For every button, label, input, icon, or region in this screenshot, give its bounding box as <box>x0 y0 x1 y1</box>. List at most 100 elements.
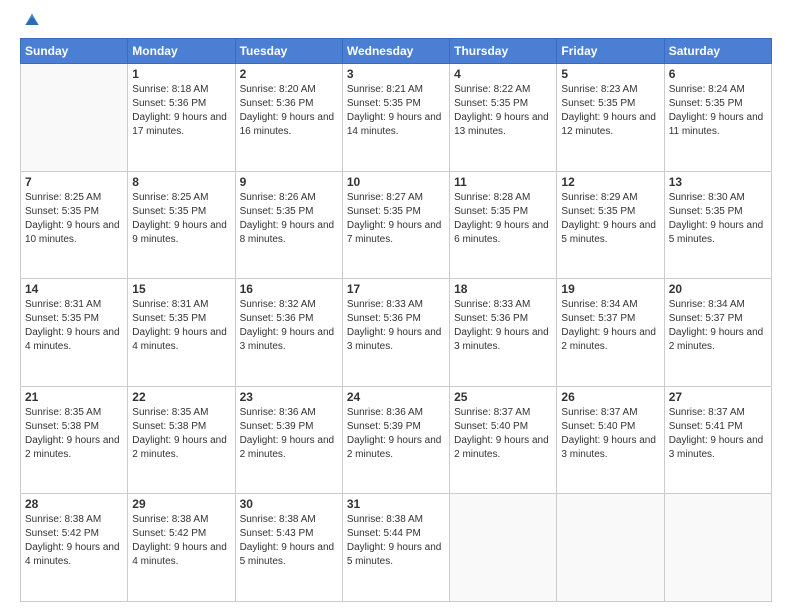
calendar-cell: 5 Sunrise: 8:23 AMSunset: 5:35 PMDaylight… <box>557 64 664 172</box>
cell-info: Sunrise: 8:18 AMSunset: 5:36 PMDaylight:… <box>132 83 230 139</box>
day-number: 5 <box>561 67 659 81</box>
cell-info: Sunrise: 8:35 AMSunset: 5:38 PMDaylight:… <box>132 406 230 462</box>
calendar-cell: 3 Sunrise: 8:21 AMSunset: 5:35 PMDaylight… <box>342 64 449 172</box>
calendar-cell: 28 Sunrise: 8:38 AMSunset: 5:42 PMDayligh… <box>21 494 128 602</box>
cell-info: Sunrise: 8:36 AMSunset: 5:39 PMDaylight:… <box>347 406 445 462</box>
cell-info: Sunrise: 8:23 AMSunset: 5:35 PMDaylight:… <box>561 83 659 139</box>
cell-info: Sunrise: 8:37 AMSunset: 5:41 PMDaylight:… <box>669 406 767 462</box>
day-number: 28 <box>25 497 123 511</box>
calendar-cell: 29Sunrise: 8:38 AMSunset: 5:42 PMDayligh… <box>128 494 235 602</box>
cell-info: Sunrise: 8:37 AMSunset: 5:40 PMDaylight:… <box>454 406 552 462</box>
calendar-week-row: 14 Sunrise: 8:31 AMSunset: 5:35 PMDayligh… <box>21 279 772 387</box>
cell-info: Sunrise: 8:28 AMSunset: 5:35 PMDaylight:… <box>454 191 552 247</box>
day-number: 24 <box>347 390 445 404</box>
day-number: 25 <box>454 390 552 404</box>
cell-info: Sunrise: 8:32 AMSunset: 5:36 PMDaylight:… <box>240 298 338 354</box>
calendar-cell: 10Sunrise: 8:27 AMSunset: 5:35 PMDayligh… <box>342 171 449 279</box>
day-number: 12 <box>561 175 659 189</box>
cell-info: Sunrise: 8:36 AMSunset: 5:39 PMDaylight:… <box>240 406 338 462</box>
day-number: 2 <box>240 67 338 81</box>
cell-info: Sunrise: 8:37 AMSunset: 5:40 PMDaylight:… <box>561 406 659 462</box>
header <box>20 18 772 30</box>
calendar-cell: 8 Sunrise: 8:25 AMSunset: 5:35 PMDaylight… <box>128 171 235 279</box>
day-number: 26 <box>561 390 659 404</box>
calendar-cell: 16 Sunrise: 8:32 AMSunset: 5:36 PMDayligh… <box>235 279 342 387</box>
calendar-cell: 11Sunrise: 8:28 AMSunset: 5:35 PMDayligh… <box>450 171 557 279</box>
day-number: 13 <box>669 175 767 189</box>
cell-info: Sunrise: 8:31 AMSunset: 5:35 PMDaylight:… <box>132 298 230 354</box>
cell-info: Sunrise: 8:34 AMSunset: 5:37 PMDaylight:… <box>669 298 767 354</box>
day-number: 14 <box>25 282 123 296</box>
calendar-cell: 14 Sunrise: 8:31 AMSunset: 5:35 PMDayligh… <box>21 279 128 387</box>
day-number: 9 <box>240 175 338 189</box>
cell-info: Sunrise: 8:22 AMSunset: 5:35 PMDaylight:… <box>454 83 552 139</box>
day-number: 23 <box>240 390 338 404</box>
day-number: 21 <box>25 390 123 404</box>
calendar-cell: 17 Sunrise: 8:33 AMSunset: 5:36 PMDayligh… <box>342 279 449 387</box>
calendar-cell: 30 Sunrise: 8:38 AMSunset: 5:43 PMDayligh… <box>235 494 342 602</box>
day-number: 1 <box>132 67 230 81</box>
calendar-week-row: 28 Sunrise: 8:38 AMSunset: 5:42 PMDayligh… <box>21 494 772 602</box>
calendar-cell: 20 Sunrise: 8:34 AMSunset: 5:37 PMDayligh… <box>664 279 771 387</box>
weekday-header: Monday <box>128 39 235 64</box>
day-number: 31 <box>347 497 445 511</box>
day-number: 19 <box>561 282 659 296</box>
cell-info: Sunrise: 8:29 AMSunset: 5:35 PMDaylight:… <box>561 191 659 247</box>
cell-info: Sunrise: 8:38 AMSunset: 5:42 PMDaylight:… <box>25 513 123 569</box>
cell-info: Sunrise: 8:31 AMSunset: 5:35 PMDaylight:… <box>25 298 123 354</box>
day-number: 17 <box>347 282 445 296</box>
day-number: 6 <box>669 67 767 81</box>
weekday-header: Friday <box>557 39 664 64</box>
calendar-cell <box>21 64 128 172</box>
page: SundayMondayTuesdayWednesdayThursdayFrid… <box>0 0 792 612</box>
calendar-cell: 13Sunrise: 8:30 AMSunset: 5:35 PMDayligh… <box>664 171 771 279</box>
day-number: 4 <box>454 67 552 81</box>
calendar-week-row: 21 Sunrise: 8:35 AMSunset: 5:38 PMDayligh… <box>21 386 772 494</box>
calendar-cell: 15 Sunrise: 8:31 AMSunset: 5:35 PMDayligh… <box>128 279 235 387</box>
cell-info: Sunrise: 8:33 AMSunset: 5:36 PMDaylight:… <box>347 298 445 354</box>
day-number: 7 <box>25 175 123 189</box>
calendar-cell: 27Sunrise: 8:37 AMSunset: 5:41 PMDayligh… <box>664 386 771 494</box>
calendar-cell: 26 Sunrise: 8:37 AMSunset: 5:40 PMDayligh… <box>557 386 664 494</box>
calendar-cell: 24 Sunrise: 8:36 AMSunset: 5:39 PMDayligh… <box>342 386 449 494</box>
day-number: 3 <box>347 67 445 81</box>
day-number: 18 <box>454 282 552 296</box>
cell-info: Sunrise: 8:33 AMSunset: 5:36 PMDaylight:… <box>454 298 552 354</box>
day-number: 16 <box>240 282 338 296</box>
weekday-header: Saturday <box>664 39 771 64</box>
cell-info: Sunrise: 8:38 AMSunset: 5:44 PMDaylight:… <box>347 513 445 569</box>
day-number: 30 <box>240 497 338 511</box>
calendar-cell: 22 Sunrise: 8:35 AMSunset: 5:38 PMDayligh… <box>128 386 235 494</box>
calendar-cell: 12 Sunrise: 8:29 AMSunset: 5:35 PMDayligh… <box>557 171 664 279</box>
weekday-header: Tuesday <box>235 39 342 64</box>
calendar-cell: 6 Sunrise: 8:24 AMSunset: 5:35 PMDaylight… <box>664 64 771 172</box>
cell-info: Sunrise: 8:20 AMSunset: 5:36 PMDaylight:… <box>240 83 338 139</box>
calendar-cell: 19 Sunrise: 8:34 AMSunset: 5:37 PMDayligh… <box>557 279 664 387</box>
weekday-header: Thursday <box>450 39 557 64</box>
calendar-cell: 21 Sunrise: 8:35 AMSunset: 5:38 PMDayligh… <box>21 386 128 494</box>
cell-info: Sunrise: 8:24 AMSunset: 5:35 PMDaylight:… <box>669 83 767 139</box>
cell-info: Sunrise: 8:35 AMSunset: 5:38 PMDaylight:… <box>25 406 123 462</box>
calendar-cell: 2 Sunrise: 8:20 AMSunset: 5:36 PMDaylight… <box>235 64 342 172</box>
calendar-cell: 1 Sunrise: 8:18 AMSunset: 5:36 PMDaylight… <box>128 64 235 172</box>
calendar-cell <box>450 494 557 602</box>
cell-info: Sunrise: 8:38 AMSunset: 5:42 PMDaylight:… <box>132 513 230 569</box>
calendar-cell: 25 Sunrise: 8:37 AMSunset: 5:40 PMDayligh… <box>450 386 557 494</box>
calendar-cell <box>664 494 771 602</box>
cell-info: Sunrise: 8:27 AMSunset: 5:35 PMDaylight:… <box>347 191 445 247</box>
cell-info: Sunrise: 8:25 AMSunset: 5:35 PMDaylight:… <box>132 191 230 247</box>
calendar-week-row: 7 Sunrise: 8:25 AMSunset: 5:35 PMDaylight… <box>21 171 772 279</box>
calendar-week-row: 1 Sunrise: 8:18 AMSunset: 5:36 PMDaylight… <box>21 64 772 172</box>
logo <box>20 18 42 30</box>
weekday-header: Wednesday <box>342 39 449 64</box>
calendar-cell: 18 Sunrise: 8:33 AMSunset: 5:36 PMDayligh… <box>450 279 557 387</box>
cell-info: Sunrise: 8:34 AMSunset: 5:37 PMDaylight:… <box>561 298 659 354</box>
calendar-cell: 7Sunrise: 8:25 AMSunset: 5:35 PMDaylight… <box>21 171 128 279</box>
day-number: 22 <box>132 390 230 404</box>
day-number: 8 <box>132 175 230 189</box>
cell-info: Sunrise: 8:21 AMSunset: 5:35 PMDaylight:… <box>347 83 445 139</box>
day-number: 20 <box>669 282 767 296</box>
day-number: 15 <box>132 282 230 296</box>
cell-info: Sunrise: 8:38 AMSunset: 5:43 PMDaylight:… <box>240 513 338 569</box>
calendar-cell: 4 Sunrise: 8:22 AMSunset: 5:35 PMDaylight… <box>450 64 557 172</box>
